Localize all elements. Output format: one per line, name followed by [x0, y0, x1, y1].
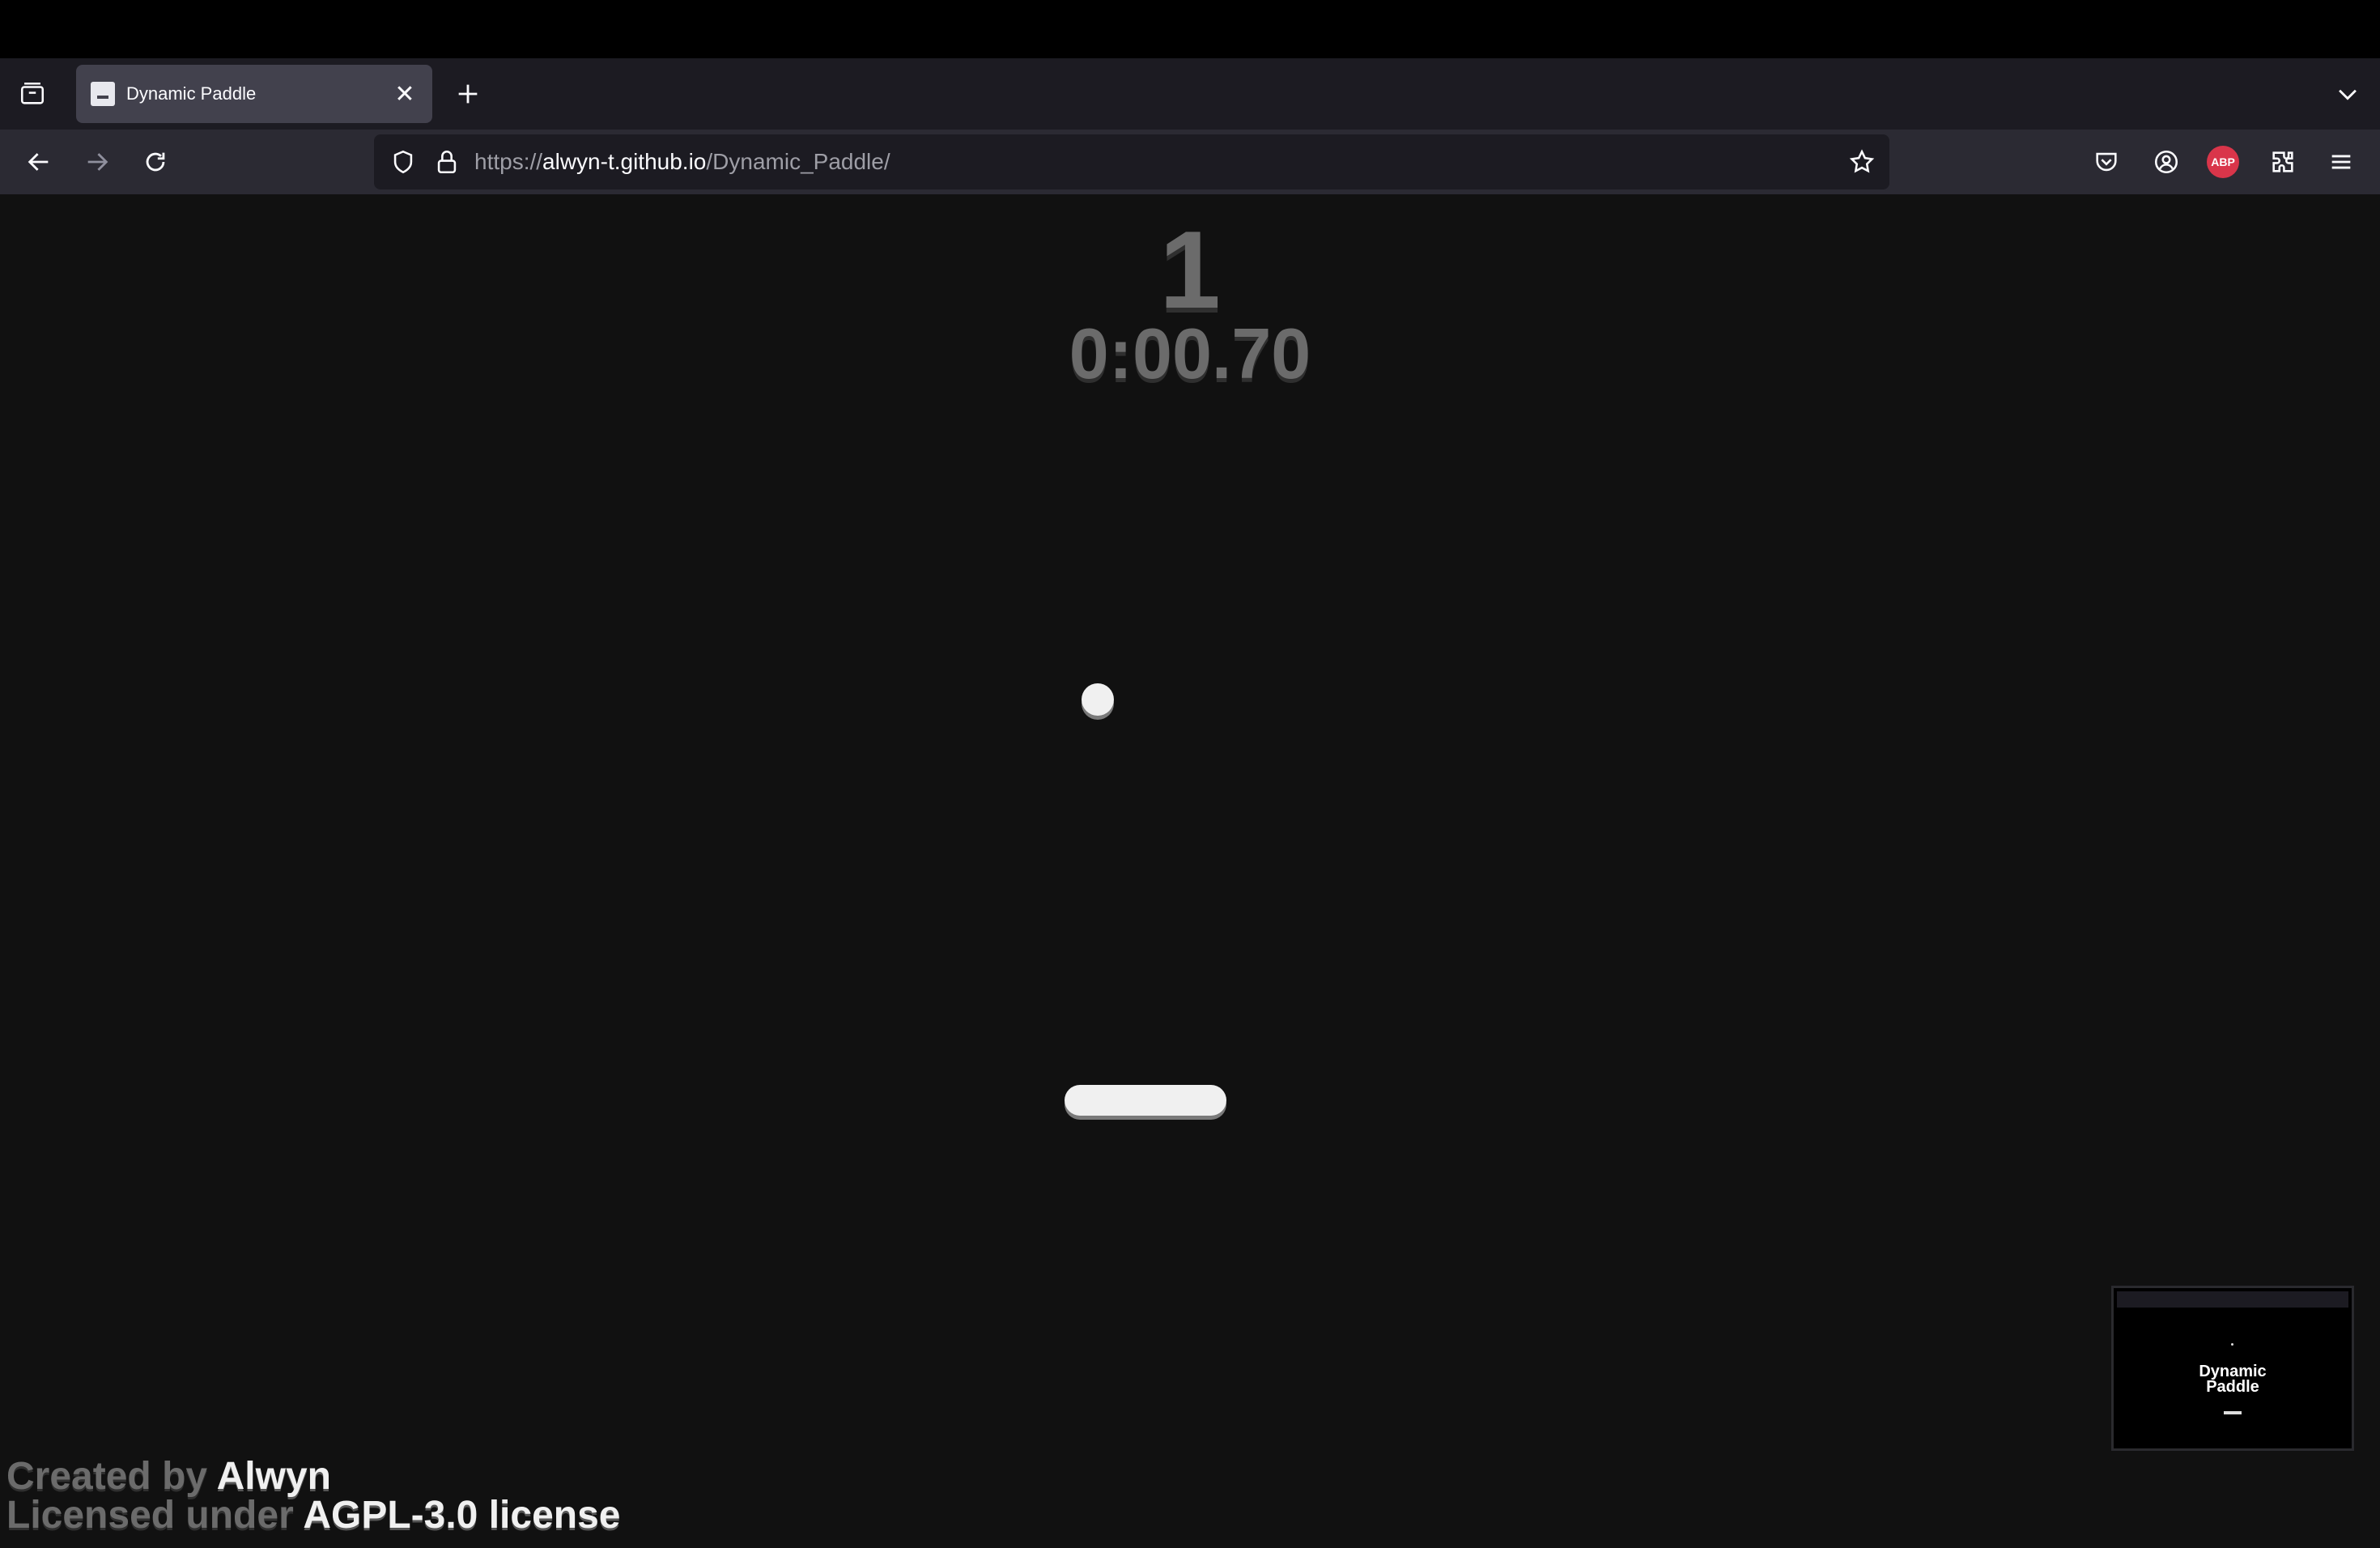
url-text[interactable]: https://alwyn-t.github.io/Dynamic_Paddle… [474, 134, 890, 189]
thumbnail-title-line2: Paddle [2206, 1378, 2259, 1396]
license-link[interactable]: AGPL-3.0 license [303, 1494, 620, 1537]
license-prefix: Licensed under [6, 1494, 304, 1537]
url-scheme: https:// [474, 149, 543, 174]
adblock-plus-icon[interactable]: ABP [2207, 146, 2239, 178]
url-host: alwyn-t.github.io [542, 149, 707, 174]
reload-icon[interactable] [138, 144, 173, 180]
adblock-badge-text: ABP [2211, 155, 2235, 168]
window-title-bar [0, 0, 2380, 58]
forward-arrow-icon[interactable] [79, 144, 115, 180]
game-canvas[interactable]: 1 0:00.70 [0, 194, 2380, 1548]
url-path: /Dynamic_Paddle/ [706, 149, 890, 174]
bookmark-star-icon[interactable] [1844, 144, 1880, 180]
menu-hamburger-icon[interactable] [2323, 144, 2359, 180]
screen-preview-thumbnail[interactable]: Dynamic Paddle [2111, 1286, 2354, 1451]
extensions-puzzle-icon[interactable] [2265, 144, 2301, 180]
tracking-protection-shield-icon[interactable] [385, 144, 421, 180]
tab-dynamic-paddle[interactable]: Dynamic Paddle ✕ [76, 65, 432, 123]
author-link[interactable]: Alwyn [217, 1455, 331, 1498]
thumbnail-paddle [2224, 1411, 2242, 1414]
thumbnail-ball [2231, 1343, 2233, 1346]
lock-icon[interactable] [429, 144, 465, 180]
paddle[interactable] [1065, 1085, 1226, 1116]
tab-strip: Dynamic Paddle ✕ [0, 58, 2380, 130]
credits: Created by Alwyn Licensed under AGPL-3.0… [6, 1457, 620, 1535]
page-favicon-icon [91, 82, 115, 106]
score-counter: 1 [1159, 208, 1221, 331]
close-tab-icon[interactable]: ✕ [389, 78, 421, 110]
created-by-line: Created by Alwyn [6, 1457, 620, 1496]
tab-title: Dynamic Paddle [126, 83, 257, 104]
new-tab-icon[interactable] [450, 76, 486, 112]
created-by-prefix: Created by [6, 1455, 217, 1498]
pocket-icon[interactable] [2089, 144, 2124, 180]
ball [1082, 683, 1114, 716]
tab-manager-icon[interactable] [15, 76, 50, 112]
address-bar[interactable]: https://alwyn-t.github.io/Dynamic_Paddle… [374, 134, 1889, 189]
back-arrow-icon[interactable] [21, 144, 57, 180]
game-timer: 0:00.70 [1069, 313, 1311, 393]
list-all-tabs-chevron-down-icon[interactable] [2330, 76, 2365, 112]
license-line: Licensed under AGPL-3.0 license [6, 1496, 620, 1535]
account-icon[interactable] [2148, 144, 2184, 180]
thumbnail-toolbar [2117, 1291, 2348, 1308]
thumbnail-title: Dynamic Paddle [2114, 1363, 2352, 1396]
